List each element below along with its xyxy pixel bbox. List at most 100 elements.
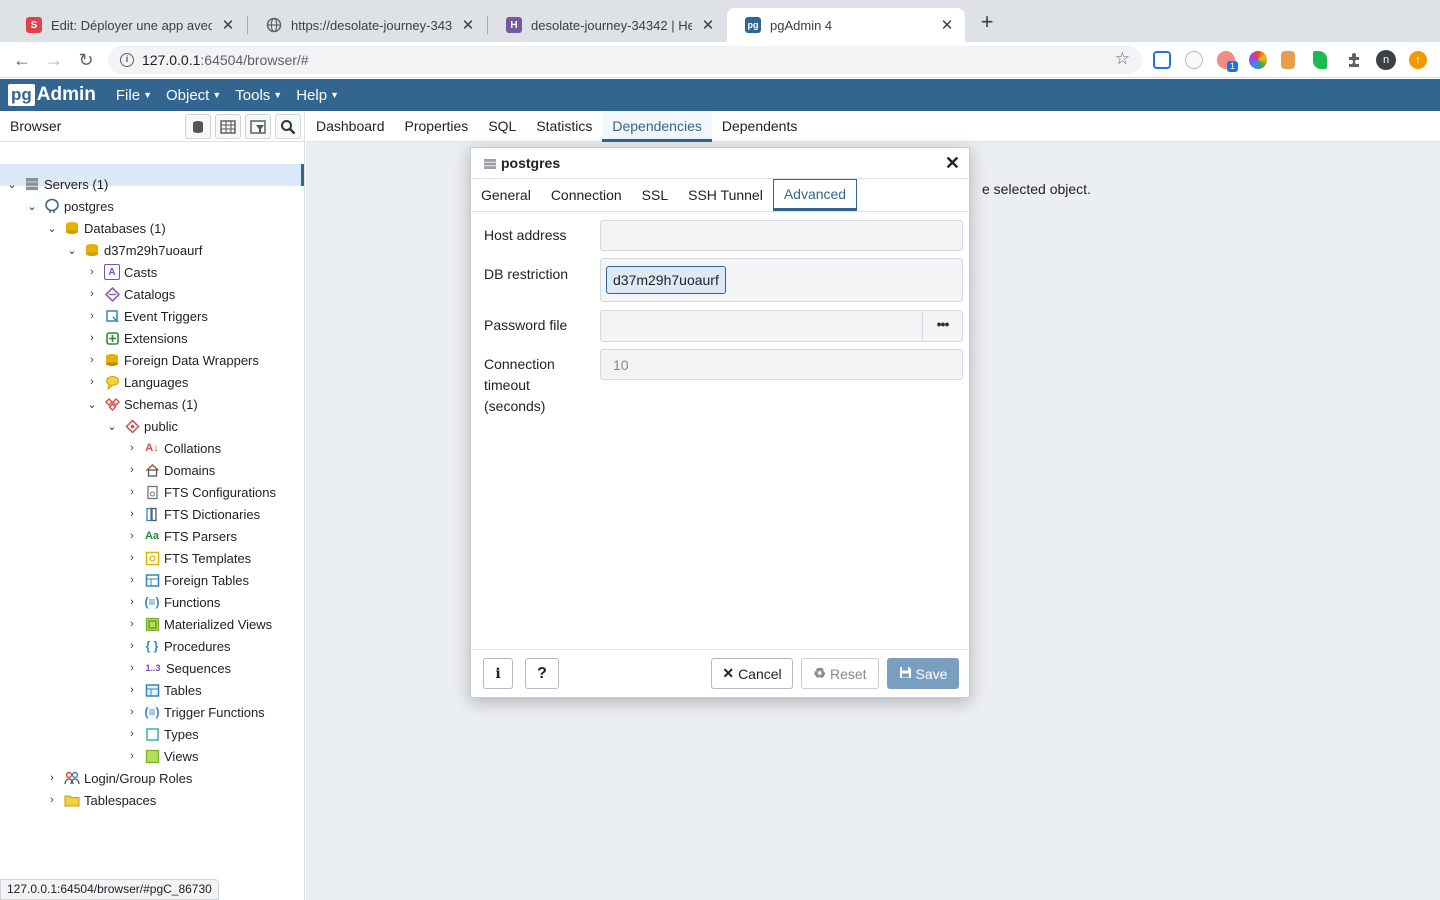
- reset-button[interactable]: ♻ Reset: [801, 658, 879, 689]
- filtered-rows-button[interactable]: [245, 114, 271, 139]
- db-restriction-input[interactable]: d37m29h7uoaurf: [600, 258, 963, 302]
- back-arrow-icon[interactable]: ←: [12, 50, 32, 70]
- tree-node-types[interactable]: › Types: [126, 723, 199, 745]
- tree-node-tablespaces[interactable]: › Tablespaces: [46, 789, 156, 811]
- browse-file-button[interactable]: •••: [922, 311, 962, 341]
- tree-node-fts-dictionaries[interactable]: › FTS Dictionaries: [126, 503, 260, 525]
- profile-avatar[interactable]: n: [1376, 50, 1396, 70]
- search-objects-button[interactable]: [275, 114, 301, 139]
- chevron-right-icon[interactable]: ›: [126, 508, 138, 520]
- close-tab-icon[interactable]: ✕: [939, 16, 955, 34]
- chevron-down-icon[interactable]: ⌄: [26, 200, 38, 213]
- new-tab-button[interactable]: +: [976, 11, 998, 34]
- tree-node-procedures[interactable]: ›{ } Procedures: [126, 635, 230, 657]
- tree-node-login-group-roles[interactable]: › Login/Group Roles: [46, 767, 192, 789]
- chevron-right-icon[interactable]: ›: [46, 794, 58, 806]
- tree-node-schemas[interactable]: ⌄ Schemas (1): [86, 393, 197, 415]
- host-address-input[interactable]: [600, 220, 963, 251]
- tree-node-catalogs[interactable]: › Catalogs: [86, 283, 175, 305]
- db-restriction-chip[interactable]: d37m29h7uoaurf: [606, 266, 726, 294]
- chevron-right-icon[interactable]: ›: [126, 530, 138, 542]
- chevron-right-icon[interactable]: ›: [126, 596, 138, 608]
- tab-general[interactable]: General: [471, 179, 541, 211]
- menu-tools[interactable]: Tools ▼: [235, 87, 282, 104]
- tree-node-materialized-views[interactable]: › Materialized Views: [126, 613, 272, 635]
- site-info-icon[interactable]: i: [120, 53, 134, 67]
- tree-node-casts[interactable]: › A Casts: [86, 261, 157, 283]
- chevron-right-icon[interactable]: ›: [126, 574, 138, 586]
- chevron-down-icon[interactable]: ⌄: [6, 178, 18, 191]
- cancel-button[interactable]: ✕ Cancel: [711, 658, 793, 689]
- tree-node-postgres[interactable]: ⌄ postgres: [26, 195, 113, 217]
- tree-node-databases[interactable]: ⌄ Databases (1): [46, 217, 165, 239]
- tab-properties[interactable]: Properties: [395, 111, 479, 142]
- chevron-right-icon[interactable]: ›: [86, 376, 98, 388]
- tree-node-languages[interactable]: › Languages: [86, 371, 188, 393]
- save-button[interactable]: Save: [887, 658, 959, 689]
- menu-help[interactable]: Help ▼: [296, 87, 339, 104]
- tab-advanced[interactable]: Advanced: [772, 179, 858, 211]
- browser-tab-3[interactable]: H desolate-journey-34342 | Hero ✕: [488, 8, 726, 42]
- tree-node-public[interactable]: ⌄ public: [106, 415, 178, 437]
- close-tab-icon[interactable]: ✕: [460, 16, 476, 34]
- browser-tab-4[interactable]: pg pgAdmin 4 ✕: [727, 8, 965, 42]
- chevron-down-icon[interactable]: ⌄: [86, 398, 98, 411]
- puzzle-extensions-icon[interactable]: [1345, 51, 1363, 69]
- tree-node-servers[interactable]: ⌄ Servers (1): [6, 173, 108, 195]
- tab-ssl[interactable]: SSL: [632, 179, 678, 211]
- chevron-down-icon[interactable]: ⌄: [106, 420, 118, 433]
- chevron-right-icon[interactable]: ›: [86, 354, 98, 366]
- chevron-right-icon[interactable]: ›: [126, 552, 138, 564]
- tab-dependencies[interactable]: Dependencies: [602, 110, 712, 142]
- tree-node-foreign-data-wrappers[interactable]: › Foreign Data Wrappers: [86, 349, 259, 371]
- tree-node-functions[interactable]: › (≡) Functions: [126, 591, 220, 613]
- tree-node-domains[interactable]: › Domains: [126, 459, 215, 481]
- close-tab-icon[interactable]: ✕: [220, 16, 236, 34]
- chevron-right-icon[interactable]: ›: [126, 750, 138, 762]
- browser-tab-2[interactable]: https://desolate-journey-3434 ✕: [248, 8, 486, 42]
- bird-extension-icon[interactable]: [1313, 51, 1327, 69]
- chevron-right-icon[interactable]: ›: [126, 486, 138, 498]
- help-button[interactable]: ?: [525, 658, 559, 689]
- chevron-right-icon[interactable]: ›: [126, 728, 138, 740]
- chevron-right-icon[interactable]: ›: [126, 684, 138, 696]
- tree-node-fts-parsers[interactable]: › Aa FTS Parsers: [126, 525, 237, 547]
- view-data-button[interactable]: [215, 114, 241, 139]
- update-icon[interactable]: ↑: [1409, 51, 1427, 69]
- color-picker-extension-icon[interactable]: [1249, 51, 1267, 69]
- tab-statistics[interactable]: Statistics: [526, 111, 602, 142]
- tab-dependents[interactable]: Dependents: [712, 111, 808, 142]
- tree-node-event-triggers[interactable]: › Event Triggers: [86, 305, 208, 327]
- tree-node-tables[interactable]: › Tables: [126, 679, 201, 701]
- tree-node-trigger-functions[interactable]: › (≡) Trigger Functions: [126, 701, 265, 723]
- chevron-right-icon[interactable]: ›: [126, 706, 138, 718]
- chevron-right-icon[interactable]: ›: [46, 772, 58, 784]
- tree-node-extensions[interactable]: › Extensions: [86, 327, 187, 349]
- menu-file[interactable]: File ▼: [116, 87, 152, 104]
- extension-icon[interactable]: [1185, 51, 1203, 69]
- chevron-right-icon[interactable]: ›: [126, 640, 138, 652]
- close-icon[interactable]: ✕: [945, 153, 960, 174]
- tab-dashboard[interactable]: Dashboard: [306, 111, 395, 142]
- browser-tab-1[interactable]: S Edit: Déployer une app avec He ✕: [8, 8, 246, 42]
- tree-node-sequences[interactable]: › 1..3 Sequences: [126, 657, 231, 679]
- tree-node-fts-templates[interactable]: › FTS Templates: [126, 547, 251, 569]
- connection-timeout-input[interactable]: 10: [600, 349, 963, 380]
- tab-sql[interactable]: SQL: [478, 111, 526, 142]
- extension-badge-icon[interactable]: 1: [1217, 51, 1239, 72]
- chevron-down-icon[interactable]: ⌄: [66, 244, 78, 257]
- tab-ssh-tunnel[interactable]: SSH Tunnel: [678, 179, 773, 211]
- chevron-right-icon[interactable]: ›: [126, 464, 138, 476]
- dialog-title-bar[interactable]: postgres ✕: [471, 148, 969, 179]
- tree-node-views[interactable]: › Views: [126, 745, 198, 767]
- bookmark-star-icon[interactable]: ☆: [1115, 49, 1130, 69]
- address-bar[interactable]: i 127.0.0.1:64504/browser/# ☆: [108, 46, 1142, 74]
- close-tab-icon[interactable]: ✕: [700, 16, 716, 34]
- screenshot-extension-icon[interactable]: [1153, 51, 1171, 69]
- extension-icon[interactable]: [1281, 51, 1295, 69]
- tab-connection[interactable]: Connection: [541, 179, 632, 211]
- chevron-right-icon[interactable]: ›: [126, 618, 138, 630]
- chevron-right-icon[interactable]: ›: [86, 332, 98, 344]
- chevron-right-icon[interactable]: ›: [126, 442, 138, 454]
- chevron-down-icon[interactable]: ⌄: [46, 222, 58, 235]
